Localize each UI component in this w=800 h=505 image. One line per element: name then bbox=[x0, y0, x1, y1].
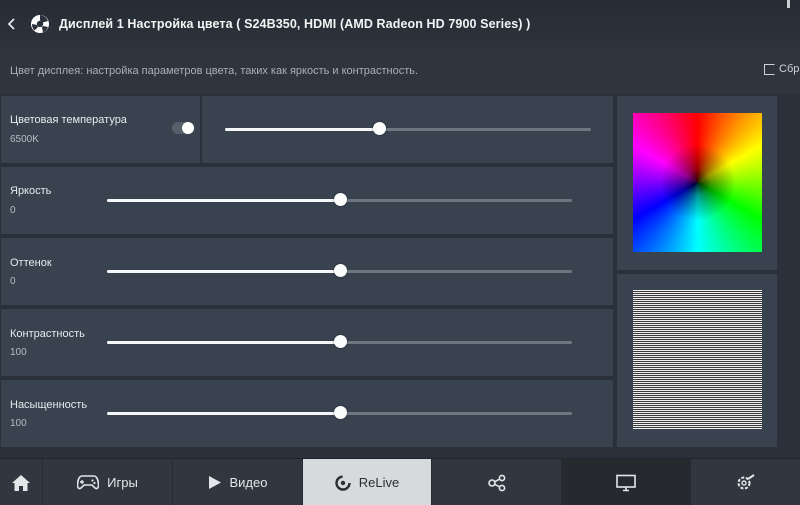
slider-knob[interactable] bbox=[333, 335, 347, 348]
share-icon bbox=[487, 474, 505, 491]
color-temperature-slider[interactable] bbox=[225, 122, 591, 136]
hue-value: 0 bbox=[10, 276, 16, 287]
toggle-knob bbox=[182, 122, 194, 134]
tab-relive[interactable]: ReLive bbox=[303, 459, 432, 505]
gamepad-icon bbox=[77, 475, 100, 490]
reset-label: Сбр bbox=[779, 63, 800, 75]
tab-display[interactable] bbox=[562, 459, 691, 505]
hue-slider[interactable] bbox=[107, 264, 572, 278]
tab-video[interactable]: Видео bbox=[173, 459, 303, 505]
home-icon bbox=[12, 474, 30, 491]
color-temperature-value: 6500K bbox=[10, 134, 39, 145]
slider-fill bbox=[225, 128, 379, 131]
saturation-slider[interactable] bbox=[107, 406, 572, 420]
reset-button[interactable]: Сбр bbox=[764, 63, 799, 75]
slider-knob[interactable] bbox=[333, 264, 347, 277]
tab-video-label: Видео bbox=[229, 475, 268, 490]
page-title: Дисплей 1 Настройка цвета ( S24B350, HDM… bbox=[59, 17, 531, 31]
radeon-logo-icon bbox=[31, 15, 49, 33]
color-wheel-preview bbox=[633, 113, 762, 252]
back-button[interactable] bbox=[2, 0, 22, 48]
brightness-label: Яркость bbox=[10, 185, 52, 197]
saturation-value: 100 bbox=[10, 418, 27, 429]
test-pattern-preview bbox=[633, 290, 762, 429]
relive-icon bbox=[335, 474, 351, 491]
brightness-value: 0 bbox=[10, 205, 16, 216]
slider-fill bbox=[107, 270, 340, 273]
tab-games-label: Игры bbox=[107, 475, 138, 490]
brightness-slider[interactable] bbox=[107, 193, 572, 207]
slider-fill bbox=[107, 412, 340, 415]
window-edge-mark bbox=[787, 0, 790, 8]
title-bar: Дисплей 1 Настройка цвета ( S24B350, HDM… bbox=[0, 0, 800, 48]
reset-icon bbox=[764, 63, 775, 75]
contrast-label: Контрастность bbox=[10, 328, 85, 340]
contrast-slider[interactable] bbox=[107, 335, 572, 349]
tab-games[interactable]: Игры bbox=[43, 459, 173, 505]
tab-connect[interactable] bbox=[432, 459, 562, 505]
slider-knob[interactable] bbox=[333, 406, 347, 419]
tab-relive-label: ReLive bbox=[358, 475, 400, 490]
slider-knob[interactable] bbox=[333, 193, 347, 206]
contrast-value: 100 bbox=[10, 347, 27, 358]
hue-label: Оттенок bbox=[10, 257, 52, 269]
color-temperature-label: Цветовая температура bbox=[10, 114, 127, 126]
color-temperature-toggle[interactable] bbox=[172, 122, 194, 134]
play-icon bbox=[208, 476, 221, 489]
description-row: Цвет дисплея: настройка параметров цвета… bbox=[0, 48, 800, 94]
bottom-tab-bar: Игры Видео ReLive bbox=[0, 458, 800, 505]
monitor-icon bbox=[616, 474, 636, 491]
color-temperature-panel bbox=[0, 95, 201, 164]
slider-fill bbox=[107, 199, 340, 202]
page-description: Цвет дисплея: настройка параметров цвета… bbox=[10, 65, 419, 77]
chevron-left-icon bbox=[8, 18, 15, 30]
tab-home[interactable] bbox=[0, 459, 43, 505]
tab-system[interactable] bbox=[691, 459, 800, 505]
saturation-label: Насыщенность bbox=[10, 399, 88, 411]
slider-fill bbox=[107, 341, 340, 344]
slider-knob[interactable] bbox=[372, 122, 386, 135]
settings-wrench-icon bbox=[737, 473, 755, 489]
